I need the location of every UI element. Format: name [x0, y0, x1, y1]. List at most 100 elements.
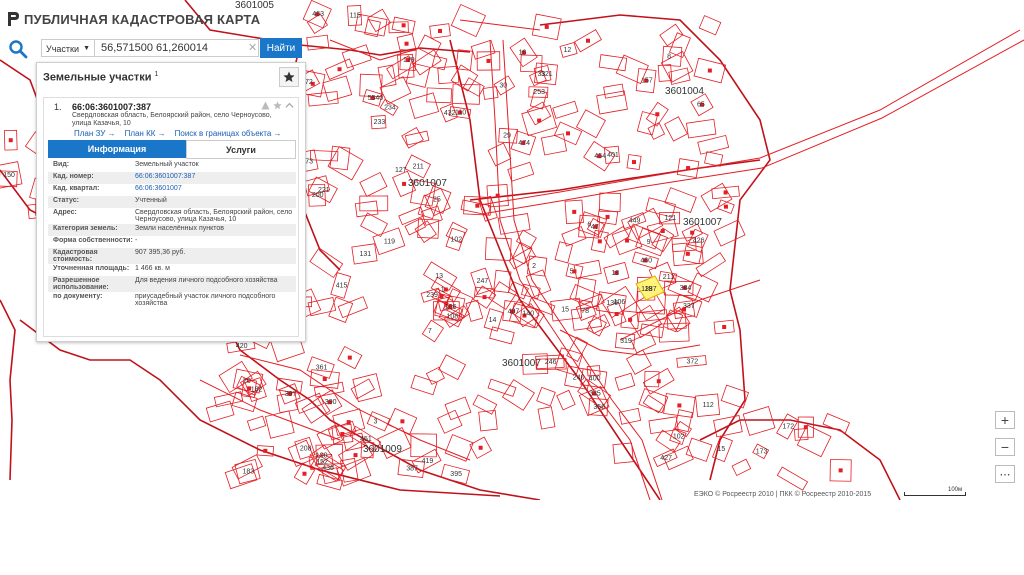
- parcel-label: 14: [489, 317, 497, 324]
- parcel-label: 131: [360, 251, 372, 258]
- attribute-value[interactable]: 66:06:3601007:387: [135, 173, 296, 183]
- parcel[interactable]: [359, 195, 389, 212]
- parcel[interactable]: [444, 434, 474, 462]
- parcel[interactable]: [450, 64, 479, 92]
- parcel[interactable]: [246, 415, 267, 432]
- parcel[interactable]: [704, 151, 724, 167]
- parcel-label: 384: [680, 285, 692, 292]
- parcel[interactable]: [642, 394, 665, 414]
- parcel[interactable]: [596, 90, 628, 115]
- parcel[interactable]: [438, 354, 466, 381]
- parcel[interactable]: [341, 44, 372, 69]
- parcel[interactable]: [536, 386, 556, 407]
- parcel[interactable]: [350, 378, 375, 400]
- search-input[interactable]: [95, 39, 259, 57]
- parcel[interactable]: [478, 409, 498, 432]
- parcel[interactable]: [462, 77, 485, 97]
- parcel[interactable]: [552, 100, 579, 119]
- parcel[interactable]: [618, 407, 642, 425]
- parcel[interactable]: [482, 86, 499, 100]
- parcel[interactable]: [307, 297, 337, 317]
- parcel[interactable]: [352, 373, 383, 403]
- attribute-value[interactable]: 66:06:3601007: [135, 185, 296, 195]
- search-type-select[interactable]: Участки ▼: [41, 39, 95, 57]
- parcel[interactable]: [421, 319, 445, 343]
- parcel[interactable]: [598, 54, 628, 72]
- parcel[interactable]: [224, 463, 258, 490]
- parcel[interactable]: [489, 326, 515, 345]
- attribute-value: -: [135, 237, 138, 244]
- cadastral-number[interactable]: 66:06:3601007:387: [72, 102, 151, 112]
- parcel[interactable]: [685, 437, 713, 462]
- parcel[interactable]: [686, 118, 717, 139]
- parcel[interactable]: [307, 91, 339, 107]
- chevron-up-icon[interactable]: [285, 101, 294, 110]
- parcel[interactable]: [698, 15, 722, 36]
- parcel[interactable]: [796, 424, 832, 458]
- parcel[interactable]: [556, 389, 576, 411]
- parcel[interactable]: [412, 49, 442, 76]
- parcel[interactable]: [659, 23, 684, 47]
- tab-services[interactable]: Услуги: [186, 140, 296, 159]
- parcel[interactable]: [405, 62, 431, 88]
- parcel[interactable]: [487, 142, 512, 167]
- parcel[interactable]: [287, 439, 315, 467]
- parcel[interactable]: [664, 116, 688, 142]
- parcel[interactable]: [687, 272, 719, 303]
- zoom-in-button[interactable]: +: [995, 411, 1015, 429]
- parcel[interactable]: [328, 296, 354, 323]
- parcel[interactable]: [507, 280, 529, 300]
- parcel[interactable]: [822, 413, 851, 434]
- attribute-value: Земельный участок: [135, 161, 199, 168]
- parcel[interactable]: [488, 281, 518, 311]
- parcel[interactable]: [306, 34, 330, 51]
- parcel[interactable]: [644, 370, 660, 388]
- parcel[interactable]: [627, 223, 662, 250]
- more-button[interactable]: ⋯: [995, 465, 1015, 483]
- find-button[interactable]: Найти: [260, 38, 302, 58]
- favorite-button[interactable]: [279, 67, 299, 87]
- parcel[interactable]: [398, 206, 425, 226]
- parcel[interactable]: [776, 466, 809, 491]
- parcel[interactable]: [793, 428, 809, 441]
- parcel[interactable]: [493, 269, 512, 293]
- parcel[interactable]: [264, 410, 295, 439]
- parcel[interactable]: [614, 372, 636, 391]
- parcel[interactable]: [599, 192, 621, 213]
- parcel[interactable]: [465, 299, 484, 322]
- parcel[interactable]: [437, 409, 463, 434]
- parcel[interactable]: [410, 374, 438, 396]
- parcel[interactable]: [316, 424, 344, 450]
- search-icon[interactable]: [8, 39, 28, 59]
- parcel[interactable]: [501, 379, 535, 411]
- star-icon[interactable]: [273, 101, 282, 110]
- parcel[interactable]: [731, 458, 752, 477]
- close-icon[interactable]: ✕: [248, 41, 257, 54]
- parcel[interactable]: [697, 134, 730, 155]
- parcel[interactable]: [587, 314, 611, 334]
- parcel[interactable]: [742, 406, 776, 436]
- parcel[interactable]: [636, 111, 658, 136]
- building: [660, 229, 665, 234]
- tab-information[interactable]: Информация: [48, 140, 186, 158]
- parcel[interactable]: [573, 259, 602, 279]
- parcel[interactable]: [566, 336, 589, 362]
- parcel[interactable]: [404, 217, 427, 236]
- warning-icon[interactable]: [261, 101, 270, 110]
- parcel[interactable]: [664, 187, 697, 213]
- plan-zu-link[interactable]: План ЗУ →: [74, 129, 116, 138]
- parcel[interactable]: [408, 92, 440, 120]
- parcel[interactable]: [540, 133, 568, 156]
- plan-kk-link[interactable]: План КК →: [125, 129, 166, 138]
- zoom-out-button[interactable]: −: [995, 438, 1015, 456]
- parcel[interactable]: [537, 406, 556, 430]
- parcel[interactable]: [359, 171, 388, 197]
- parcel[interactable]: [603, 83, 625, 99]
- parcel[interactable]: [366, 411, 391, 432]
- parcel[interactable]: [426, 87, 453, 104]
- parcel[interactable]: [487, 378, 517, 397]
- parcel[interactable]: [401, 127, 424, 149]
- parcel[interactable]: [417, 34, 442, 58]
- panel-title: Земельные участки 1: [43, 71, 158, 84]
- search-within-link[interactable]: Поиск в границах объекта →: [175, 129, 282, 138]
